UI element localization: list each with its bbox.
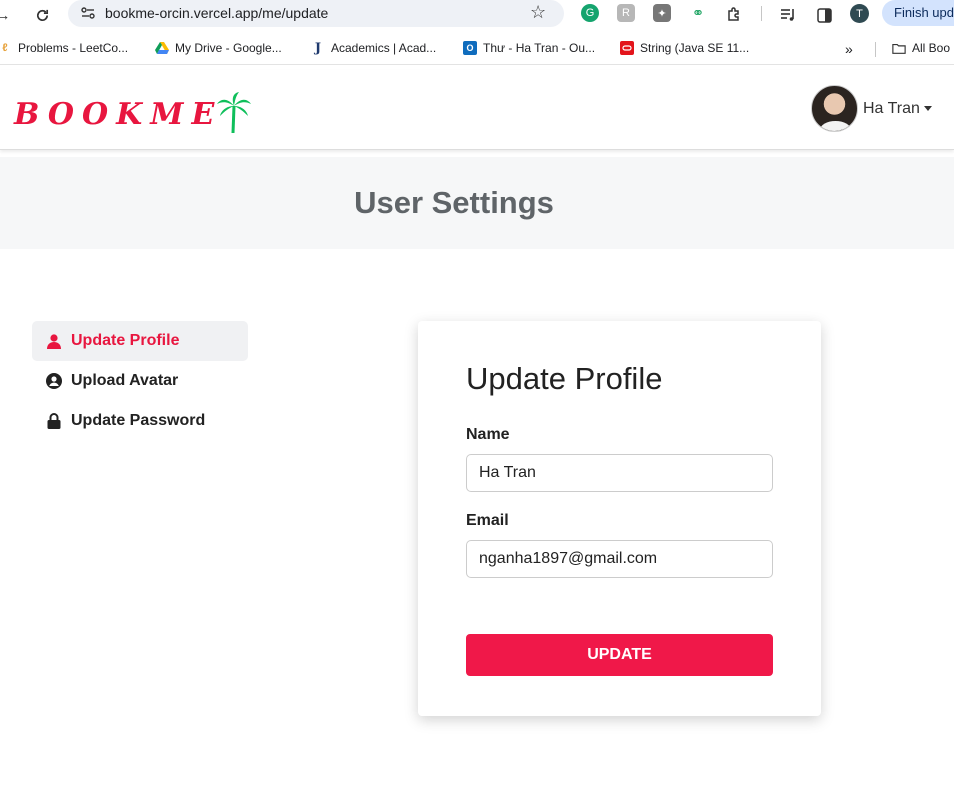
- outlook-icon: O: [463, 41, 477, 55]
- user-circle-icon: [46, 373, 62, 389]
- bookmark-google-drive[interactable]: My Drive - Google...: [155, 41, 282, 55]
- bookmark-label: Thư - Ha Tran - Ou...: [483, 41, 596, 55]
- lock-icon: [46, 413, 62, 429]
- google-drive-icon: [155, 41, 169, 55]
- bookmark-label: String (Java SE 11...: [640, 41, 750, 55]
- bookmarks-divider: [875, 42, 876, 57]
- site-header: BOOKME Ha Tran: [0, 70, 954, 150]
- page-title: User Settings: [354, 185, 554, 220]
- sidebar-item-update-profile[interactable]: Update Profile: [32, 321, 248, 361]
- name-label: Name: [466, 426, 510, 443]
- j-icon: J: [314, 40, 322, 56]
- sidebar-item-upload-avatar[interactable]: Upload Avatar: [32, 361, 248, 401]
- link-extension-icon[interactable]: ⚭: [689, 4, 707, 22]
- all-bookmarks-label: All Boo: [912, 41, 951, 55]
- extensions-puzzle-icon[interactable]: [723, 4, 745, 26]
- sidebar-item-label: Update Profile: [71, 332, 180, 349]
- oracle-icon: [620, 41, 634, 55]
- email-label: Email: [466, 512, 509, 529]
- avatar[interactable]: [811, 85, 858, 132]
- finish-update-button[interactable]: Finish upd: [882, 0, 954, 26]
- settings-sidebar: Update Profile Upload Avatar Update Pass…: [32, 321, 248, 441]
- user-menu-dropdown[interactable]: Ha Tran: [811, 85, 932, 132]
- form-title: Update Profile: [466, 361, 663, 396]
- butterfly-extension-icon[interactable]: ✦: [653, 4, 671, 22]
- browser-toolbar: → bookme-orcin.vercel.app/me/update ☆ G …: [0, 0, 954, 33]
- sidebar-item-update-password[interactable]: Update Password: [32, 401, 248, 441]
- bookmark-star-icon[interactable]: ☆: [530, 2, 546, 23]
- bookmark-academics[interactable]: J Academics | Acad...: [311, 40, 437, 56]
- name-field[interactable]: [466, 454, 773, 492]
- user-icon: [46, 333, 62, 349]
- page-banner: User Settings: [0, 157, 954, 249]
- bookmark-label: Academics | Acad...: [331, 41, 437, 55]
- update-profile-card: Update Profile Name Email UPDATE: [418, 321, 821, 716]
- bookmark-leetcode[interactable]: ℓ Problems - LeetCo...: [0, 41, 128, 55]
- bookmarks-bar: ℓ Problems - LeetCo... My Drive - Google…: [0, 33, 954, 65]
- bookmark-label: My Drive - Google...: [175, 41, 282, 55]
- extension-r-icon[interactable]: R: [617, 4, 635, 22]
- toolbar-divider: [761, 6, 762, 21]
- sidebar-item-label: Update Password: [71, 412, 206, 429]
- folder-icon: [892, 41, 906, 55]
- site-settings-icon[interactable]: [78, 3, 98, 23]
- all-bookmarks-folder[interactable]: All Boo: [892, 41, 950, 55]
- update-button[interactable]: UPDATE: [466, 634, 773, 676]
- caret-down-icon[interactable]: [923, 106, 932, 111]
- leetcode-icon: ℓ: [2, 42, 8, 54]
- email-field[interactable]: [466, 540, 773, 578]
- side-panel-icon[interactable]: [813, 4, 835, 26]
- sidebar-item-label: Upload Avatar: [71, 372, 179, 389]
- forward-icon[interactable]: →: [0, 4, 14, 26]
- bookmark-label: Problems - LeetCo...: [18, 41, 129, 55]
- palm-tree-icon: [217, 92, 252, 134]
- bookmark-oracle-string[interactable]: String (Java SE 11...: [620, 41, 749, 55]
- url-text[interactable]: bookme-orcin.vercel.app/me/update: [105, 5, 328, 21]
- more-bookmarks-chevron-icon[interactable]: »: [845, 41, 853, 57]
- bookmark-outlook[interactable]: O Thư - Ha Tran - Ou...: [463, 41, 595, 55]
- user-name[interactable]: Ha Tran: [863, 100, 920, 118]
- profile-icon[interactable]: T: [850, 4, 869, 23]
- address-bar[interactable]: bookme-orcin.vercel.app/me/update ☆: [68, 0, 564, 27]
- reload-icon[interactable]: [31, 4, 53, 26]
- bookme-logo[interactable]: BOOKME: [14, 88, 252, 134]
- grammarly-icon[interactable]: G: [581, 4, 599, 22]
- media-queue-icon[interactable]: [777, 4, 799, 26]
- logo-text: BOOKME: [14, 97, 223, 132]
